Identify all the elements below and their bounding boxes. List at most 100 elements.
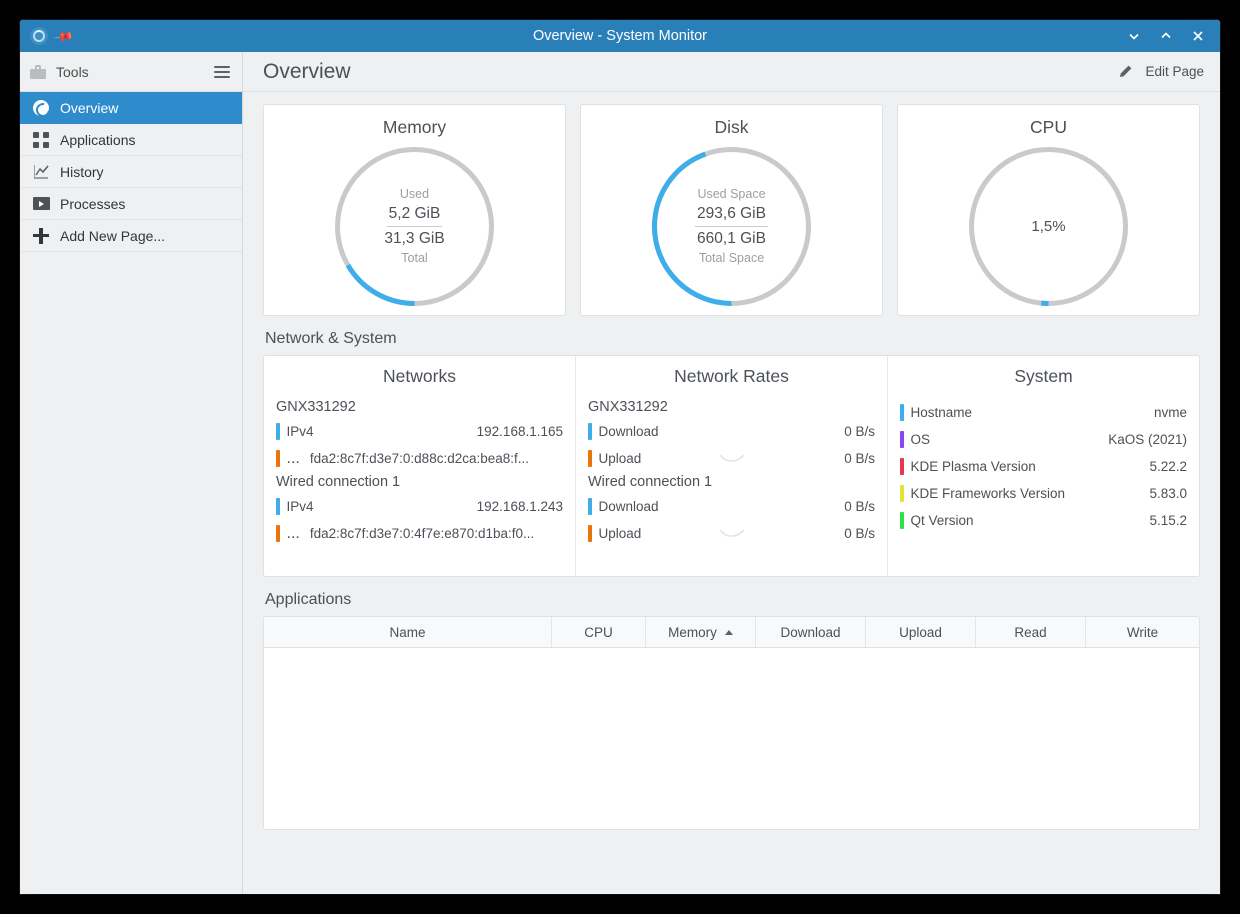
color-swatch [588,423,592,440]
column-header-name[interactable]: Name [264,617,552,647]
upload-sparkline [719,449,745,467]
network-row: IPv4 192.168.1.243 [276,493,563,520]
sidebar-item-label: History [60,164,104,180]
sidebar-item-label: Add New Page... [60,228,165,244]
cpu-card: CPU 1,5% [897,104,1200,316]
system-row-label: Hostname [911,405,973,420]
rate-row: Download 0 B/s [588,418,875,445]
network-row-prefix: ... [287,450,300,468]
column-header-download[interactable]: Download [756,617,866,647]
column-header-write[interactable]: Write [1086,617,1199,647]
rate-row-label: Download [599,424,659,439]
color-swatch [276,498,280,515]
network-row-label: IPv4 [287,424,314,439]
history-chart-icon [32,163,50,181]
system-monitor-icon [30,27,48,45]
close-button[interactable] [1190,28,1206,44]
system-row-label: Qt Version [911,513,974,528]
color-swatch [276,525,280,542]
system-row-value: 5.15.2 [1141,513,1187,528]
disk-total-caption: Total Space [699,250,764,267]
plus-icon [32,227,50,245]
gauge-icon [32,99,50,117]
applications-table-body[interactable] [264,648,1199,829]
card-title: Memory [383,117,446,138]
applications-grid-icon [32,131,50,149]
rate-row: Download 0 B/s [588,493,875,520]
edit-page-label: Edit Page [1145,64,1204,79]
network-rates-panel: Network Rates GNX331292 Download 0 B/s U… [575,356,887,576]
minimize-button[interactable] [1126,28,1142,44]
network-row: ... fda2:8c7f:d3e7:0:d88c:d2ca:bea8:f... [276,445,563,472]
maximize-button[interactable] [1158,28,1174,44]
networks-panel: Networks GNX331292 IPv4 192.168.1.165 ..… [264,356,575,576]
column-header-upload[interactable]: Upload [866,617,976,647]
system-row: Hostname nvme [900,399,1187,426]
network-system-panel: Networks GNX331292 IPv4 192.168.1.165 ..… [263,355,1200,577]
system-row: Qt Version 5.15.2 [900,507,1187,534]
memory-used-caption: Used [400,186,429,203]
network-row-label: IPv4 [287,499,314,514]
titlebar-left-buttons: 📌 [20,27,72,45]
networks-title: Networks [276,366,563,387]
column-header-cpu[interactable]: CPU [552,617,646,647]
system-row-value: KaOS (2021) [1100,432,1187,447]
rate-row: Upload 0 B/s [588,520,875,547]
memory-card: Memory Used 5,2 GiB 31,3 GiB Total [263,104,566,316]
memory-donut-labels: Used 5,2 GiB 31,3 GiB Total [332,144,497,309]
rate-row-value: 0 B/s [836,451,875,466]
upload-sparkline [719,524,745,542]
network-row-prefix: ... [287,525,300,543]
memory-total-value: 31,3 GiB [384,227,444,250]
system-row-value: 5.22.2 [1141,459,1187,474]
memory-total-caption: Total [401,250,427,267]
hamburger-menu-icon[interactable] [214,66,230,78]
disk-used-caption: Used Space [697,186,765,203]
sidebar-header: Tools [20,52,242,92]
network-system-section-label: Network & System [265,330,1200,348]
sidebar-item-applications[interactable]: Applications [20,124,242,156]
system-row-value: nvme [1146,405,1187,420]
memory-donut-chart: Used 5,2 GiB 31,3 GiB Total [332,144,497,309]
column-header-read[interactable]: Read [976,617,1086,647]
toolbox-icon [30,65,46,79]
color-swatch [900,404,904,421]
page-title: Overview [263,60,351,84]
sidebar-item-label: Applications [60,132,136,148]
sidebar: Tools Overview Applications [20,52,243,894]
column-header-memory[interactable]: Memory [646,617,756,647]
card-title: Disk [714,117,748,138]
system-row: OS KaOS (2021) [900,426,1187,453]
system-title: System [900,366,1187,387]
applications-table: Name CPU Memory Download [263,616,1200,830]
sidebar-item-history[interactable]: History [20,156,242,188]
pin-icon[interactable]: 📌 [54,26,75,46]
overview-content: Memory Used 5,2 GiB 31,3 GiB Total [243,92,1220,894]
system-row-label: OS [911,432,931,447]
color-swatch [276,423,280,440]
rate-row-value: 0 B/s [836,499,875,514]
color-swatch [588,525,592,542]
rates-group-name: Wired connection 1 [588,474,875,490]
card-title: CPU [1030,117,1067,138]
disk-donut-chart: Used Space 293,6 GiB 660,1 GiB Total Spa… [649,144,814,309]
rates-group-name: GNX331292 [588,399,875,415]
system-row-value: 5.83.0 [1141,486,1187,501]
window-titlebar: 📌 Overview - System Monitor [20,20,1220,52]
sidebar-item-overview[interactable]: Overview [20,92,242,124]
system-monitor-window: 📌 Overview - System Monitor Tools [20,20,1220,894]
edit-page-button[interactable]: Edit Page [1118,64,1204,79]
system-row-label: KDE Plasma Version [911,459,1036,474]
system-row-label: KDE Frameworks Version [911,486,1066,501]
system-row: KDE Frameworks Version 5.83.0 [900,480,1187,507]
sidebar-item-add-new-page[interactable]: Add New Page... [20,220,242,252]
network-row-value: 192.168.1.165 [469,424,563,439]
disk-total-value: 660,1 GiB [697,227,766,250]
color-swatch [900,512,904,529]
applications-section-label: Applications [265,591,1200,609]
sidebar-item-processes[interactable]: Processes [20,188,242,220]
rate-row-label: Download [599,499,659,514]
processes-icon [32,195,50,213]
disk-used-value: 293,6 GiB [695,203,768,227]
network-group-name: GNX331292 [276,399,563,415]
